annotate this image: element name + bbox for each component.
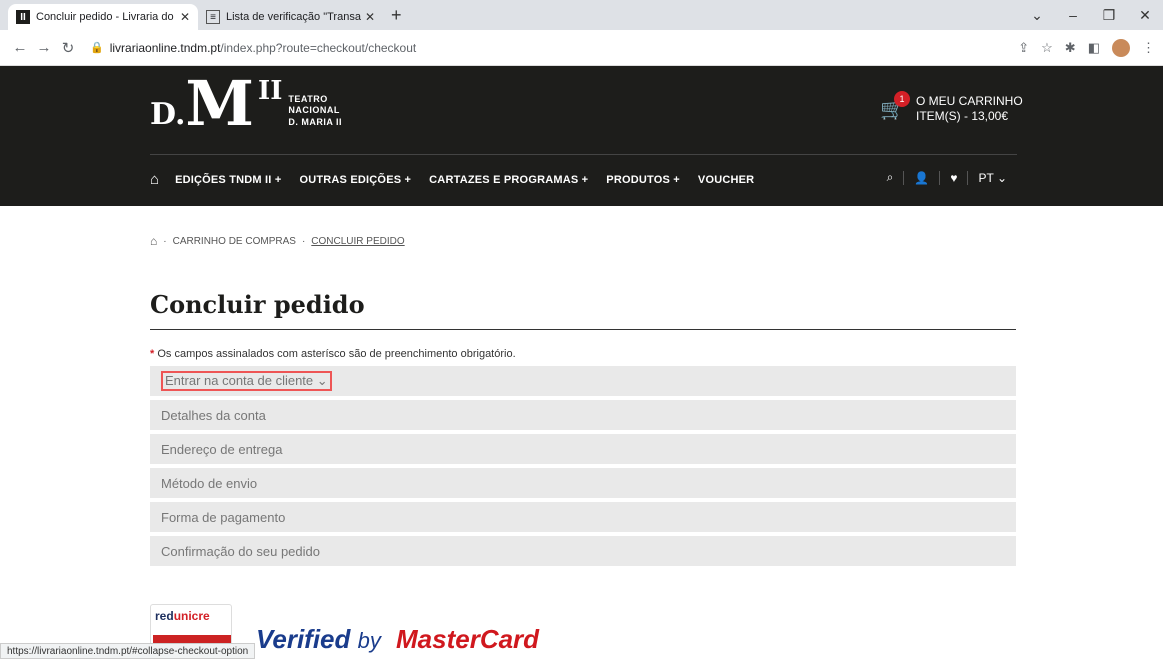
checkout-panels: Entrar na conta de cliente ⌄ Detalhes da… — [150, 366, 1016, 566]
tab-active[interactable]: II Concluir pedido - Livraria do Tea ✕ — [8, 4, 198, 30]
cart-total: ITEM(S) - 13,00€ — [916, 109, 1009, 123]
logo-m: M — [185, 67, 255, 140]
verified-by-text: by — [357, 628, 381, 653]
menu-icon[interactable]: ⋮ — [1142, 40, 1155, 56]
panel-title: Detalhes da conta — [161, 407, 266, 423]
panel-payment-method[interactable]: Forma de pagamento — [150, 502, 1016, 532]
tab-search-icon[interactable]: ⌄ — [1019, 7, 1055, 24]
panel-account-details[interactable]: Detalhes da conta — [150, 400, 1016, 430]
address-bar-row: ← → ↻ 🔒 livrariaonline.tndm.pt /index.ph… — [0, 30, 1163, 66]
breadcrumb-current[interactable]: CONCLUIR PEDIDO — [311, 236, 404, 247]
close-tab-icon[interactable]: ✕ — [180, 10, 190, 24]
side-panel-icon[interactable]: ◧ — [1088, 40, 1100, 56]
url-host: livrariaonline.tndm.pt — [109, 40, 221, 55]
restore-icon[interactable]: ❐ — [1091, 7, 1127, 24]
nav-item-voucher[interactable]: VOUCHER — [698, 174, 754, 186]
new-tab-button[interactable]: + — [383, 5, 410, 30]
cart-icon: 🛒 1 — [880, 90, 910, 122]
forward-icon[interactable]: → — [32, 39, 56, 56]
breadcrumb: ⌂ · CARRINHO DE COMPRAS · CONCLUIR PEDID… — [150, 234, 1017, 248]
minimize-icon[interactable]: – — [1055, 7, 1091, 23]
lock-icon: 🔒 — [90, 42, 104, 54]
page-title: Concluir pedido — [150, 290, 1016, 330]
extensions-icon[interactable]: ✱ — [1065, 40, 1076, 56]
logo-d: D. — [150, 96, 186, 132]
breadcrumb-cart[interactable]: CARRINHO DE COMPRAS — [173, 236, 296, 247]
close-tab-icon[interactable]: ✕ — [365, 10, 375, 24]
window-controls: ⌄ – ❐ ✕ — [1019, 0, 1163, 30]
url-path: /index.php?route=checkout/checkout — [220, 40, 417, 55]
url-field[interactable]: 🔒 livrariaonline.tndm.pt /index.php?rout… — [80, 34, 1018, 62]
close-window-icon[interactable]: ✕ — [1127, 7, 1163, 24]
language-select[interactable]: PT ⌄ — [967, 170, 1017, 185]
required-note: * Os campos assinalados com asterísco sã… — [150, 348, 1017, 360]
panel-shipping-address[interactable]: Endereço de entrega — [150, 434, 1016, 464]
nav-item-produtos[interactable]: PRODUTOS + — [606, 174, 680, 186]
header-divider — [150, 154, 1017, 155]
cart-summary: O MEU CARRINHO ITEM(S) - 13,00€ — [916, 94, 1023, 124]
cart-count-badge: 1 — [894, 90, 910, 107]
main-nav: ⌂ EDIÇÕES TNDM II + OUTRAS EDIÇÕES + CAR… — [150, 171, 772, 188]
breadcrumb-sep: · — [163, 235, 167, 247]
panel-title: Confirmação do seu pedido — [161, 543, 320, 559]
tab-title: Lista de verificação "Transação" — [226, 11, 361, 23]
language-label: PT — [978, 170, 994, 185]
required-asterisk: * — [150, 348, 155, 360]
back-icon[interactable]: ← — [8, 39, 32, 56]
panel-login[interactable]: Entrar na conta de cliente ⌄ — [150, 366, 1016, 396]
panel-confirmation[interactable]: Confirmação do seu pedido — [150, 536, 1016, 566]
tab-title: Concluir pedido - Livraria do Tea — [36, 11, 176, 23]
bookmark-star-icon[interactable]: ☆ — [1041, 40, 1053, 56]
logo-ii: II — [258, 76, 283, 106]
heart-icon[interactable]: ♥ — [939, 170, 967, 185]
nav-item-outras-edicoes[interactable]: OUTRAS EDIÇÕES + — [299, 174, 411, 186]
nav-item-cartazes[interactable]: CARTAZES E PROGRAMAS + — [429, 174, 588, 186]
cart-label: O MEU CARRINHO — [916, 94, 1023, 108]
logo-sub-line: NACIONAL — [288, 105, 340, 116]
panel-title: Entrar na conta de cliente — [165, 373, 314, 388]
list-favicon-icon: ≡ — [206, 10, 220, 24]
site-logo[interactable]: D. M II TEATRO NACIONAL D. MARIA II — [150, 67, 342, 140]
verified-text: Verified — [256, 624, 351, 654]
breadcrumb-sep: · — [301, 235, 306, 247]
redunicre-unicre: unicre — [173, 609, 210, 623]
panel-title: Método de envio — [161, 475, 258, 491]
breadcrumb-home-icon[interactable]: ⌂ — [150, 234, 157, 248]
panel-login-link[interactable]: Entrar na conta de cliente ⌄ — [161, 371, 332, 391]
share-icon[interactable]: ⇪ — [1018, 40, 1029, 56]
chevron-down-icon: ⌄ — [316, 373, 328, 388]
status-bar-url: https://livrariaonline.tndm.pt/#collapse… — [0, 643, 256, 659]
main-content: ⌂ · CARRINHO DE COMPRAS · CONCLUIR PEDID… — [0, 234, 1017, 659]
user-icon[interactable]: 👤 — [903, 170, 939, 185]
tab-inactive[interactable]: ≡ Lista de verificação "Transação" ✕ — [198, 4, 383, 30]
redunicre-text: redunicre — [151, 605, 231, 627]
cart-widget[interactable]: 🛒 1 O MEU CARRINHO ITEM(S) - 13,00€ — [880, 90, 1023, 124]
logo-sub-line: TEATRO — [288, 94, 328, 105]
required-note-text: Os campos assinalados com asterísco são … — [157, 348, 516, 360]
nav-item-edicoes[interactable]: EDIÇÕES TNDM II + — [175, 174, 281, 186]
panel-title: Forma de pagamento — [161, 509, 286, 525]
logo-subtitle: TEATRO NACIONAL D. MARIA II — [288, 94, 342, 128]
search-icon[interactable]: ⌕ — [877, 170, 904, 185]
logo-sub-line: D. MARIA II — [288, 116, 343, 127]
site-favicon-icon: II — [16, 10, 30, 24]
mastercard-logo: MasterCard — [396, 624, 540, 654]
reload-icon[interactable]: ↻ — [56, 39, 80, 57]
header-tools: ⌕ 👤 ♥ PT ⌄ — [877, 170, 1017, 185]
site-header: D. M II TEATRO NACIONAL D. MARIA II 🛒 1 … — [0, 66, 1163, 206]
panel-title: Endereço de entrega — [161, 441, 283, 457]
browser-tools: ⇪ ☆ ✱ ◧ ⋮ — [1018, 38, 1155, 57]
home-icon[interactable]: ⌂ — [150, 171, 159, 188]
profile-avatar[interactable] — [1112, 38, 1130, 57]
redunicre-red: red — [155, 609, 174, 623]
browser-tabbar: II Concluir pedido - Livraria do Tea ✕ ≡… — [0, 0, 1163, 30]
verified-by-visa-logo: Verified by — [256, 624, 381, 655]
panel-shipping-method[interactable]: Método de envio — [150, 468, 1016, 498]
payment-logos: redunicre Verified by MasterCard — [150, 604, 1017, 659]
